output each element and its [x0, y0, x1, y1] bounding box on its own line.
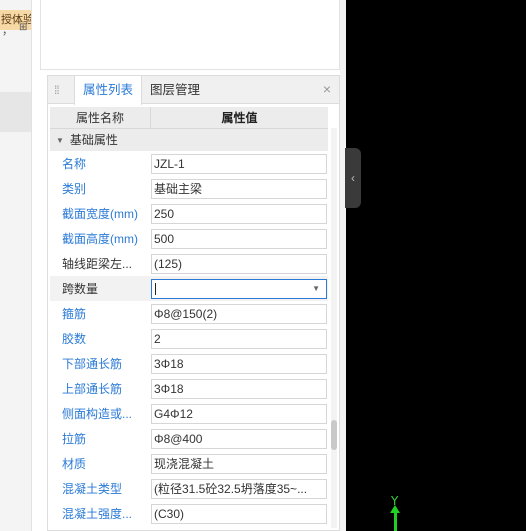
group-basic-properties[interactable]: ▼ 基础属性: [50, 129, 328, 151]
property-value-field[interactable]: (C30): [151, 503, 327, 524]
properties-panel: ⁞⁞ 属性列表 图层管理 × 属性名称 属性值 ▼ 基础属性 名称 JZL-1 类…: [47, 75, 340, 531]
property-name: 跨数量: [62, 282, 99, 296]
table-row: 类别 基础主梁: [50, 176, 328, 201]
property-table: 属性名称 属性值 ▼ 基础属性 名称 JZL-1 类别 基础主梁 截面宽度(mm)…: [50, 107, 328, 526]
span-count-dropdown[interactable]: ▼: [151, 278, 327, 299]
tab-layer-management[interactable]: 图层管理: [142, 76, 208, 104]
property-name: 箍筋: [62, 307, 87, 321]
table-row: 混凝土类型 (粒径31.5砼32.5坍落度35~...: [50, 476, 328, 501]
property-name: 类别: [62, 182, 87, 196]
scrollbar-thumb[interactable]: [331, 420, 337, 450]
table-row: 侧面构造或... G4Φ12: [50, 401, 328, 426]
property-name: 侧面构造或...: [62, 407, 133, 421]
chevron-left-icon: ‹: [351, 171, 355, 185]
property-name: 下部通长筋: [62, 357, 123, 371]
property-name: 混凝土类型: [62, 482, 123, 496]
drawing-canvas[interactable]: [346, 0, 526, 531]
property-value-field[interactable]: 500: [151, 228, 327, 249]
header-name-col: 属性名称: [50, 107, 151, 128]
vertical-scrollbar[interactable]: [331, 128, 337, 528]
table-row: 名称 JZL-1: [50, 151, 328, 176]
tab-property-list[interactable]: 属性列表: [74, 76, 143, 105]
property-name: 材质: [62, 457, 87, 471]
left-side-panel: 授体验 ， ⊞: [0, 0, 32, 531]
expand-icon[interactable]: ⊞: [19, 22, 27, 33]
property-name: 混凝土强度...: [62, 507, 133, 521]
panel-tabbar: ⁞⁞ 属性列表 图层管理 ×: [48, 76, 339, 105]
table-row: 轴线距梁左... (125): [50, 251, 328, 276]
property-value-field[interactable]: 250: [151, 203, 327, 224]
table-row: 拉筋 Φ8@400: [50, 426, 328, 451]
property-name: 轴线距梁左...: [62, 257, 133, 271]
property-name: 上部通长筋: [62, 382, 123, 396]
selected-item-band[interactable]: [0, 92, 31, 132]
text-caret: [155, 282, 156, 295]
property-value-field[interactable]: (粒径31.5砼32.5坍落度35~...: [151, 478, 327, 499]
property-value-field[interactable]: (125): [151, 253, 327, 274]
table-row: 上部通长筋 3Φ18: [50, 376, 328, 401]
table-row: 胶数 2: [50, 326, 328, 351]
property-value-field[interactable]: 2: [151, 328, 327, 349]
table-row: 材质 现浇混凝土: [50, 451, 328, 476]
table-row-selected: 跨数量 ▼: [50, 276, 328, 301]
property-value-field[interactable]: G4Φ12: [151, 403, 327, 424]
property-value-field[interactable]: 现浇混凝土: [151, 453, 327, 474]
y-axis-line: [394, 508, 397, 531]
table-header: 属性名称 属性值: [50, 107, 328, 129]
left-glyph: ，: [2, 25, 13, 37]
property-name: 拉筋: [62, 432, 87, 446]
table-row: 箍筋 Φ8@150(2): [50, 301, 328, 326]
property-value-field[interactable]: JZL-1: [151, 153, 327, 174]
property-value-field[interactable]: 3Φ18: [151, 353, 327, 374]
collapse-panel-button[interactable]: ‹: [345, 148, 361, 208]
header-value-col: 属性值: [221, 111, 258, 125]
group-title: 基础属性: [69, 133, 118, 147]
top-blank-panel: [40, 0, 340, 70]
drag-handle-icon[interactable]: ⁞⁞: [54, 83, 64, 97]
property-name: 截面高度(mm): [62, 232, 138, 246]
chevron-down-icon[interactable]: ▼: [312, 280, 320, 298]
table-row: 截面宽度(mm) 250: [50, 201, 328, 226]
table-row: 混凝土强度... (C30): [50, 501, 328, 526]
property-name: 胶数: [62, 332, 87, 346]
table-row: 下部通长筋 3Φ18: [50, 351, 328, 376]
collapse-triangle-icon[interactable]: ▼: [56, 130, 64, 152]
close-icon[interactable]: ×: [323, 82, 331, 96]
table-row: 截面高度(mm) 500: [50, 226, 328, 251]
property-name: 名称: [62, 157, 87, 171]
property-name: 截面宽度(mm): [62, 207, 138, 221]
property-value-field[interactable]: Φ8@150(2): [151, 303, 327, 324]
property-value-field[interactable]: 3Φ18: [151, 378, 327, 399]
property-value-field[interactable]: Φ8@400: [151, 428, 327, 449]
property-value-field[interactable]: 基础主梁: [151, 178, 327, 199]
